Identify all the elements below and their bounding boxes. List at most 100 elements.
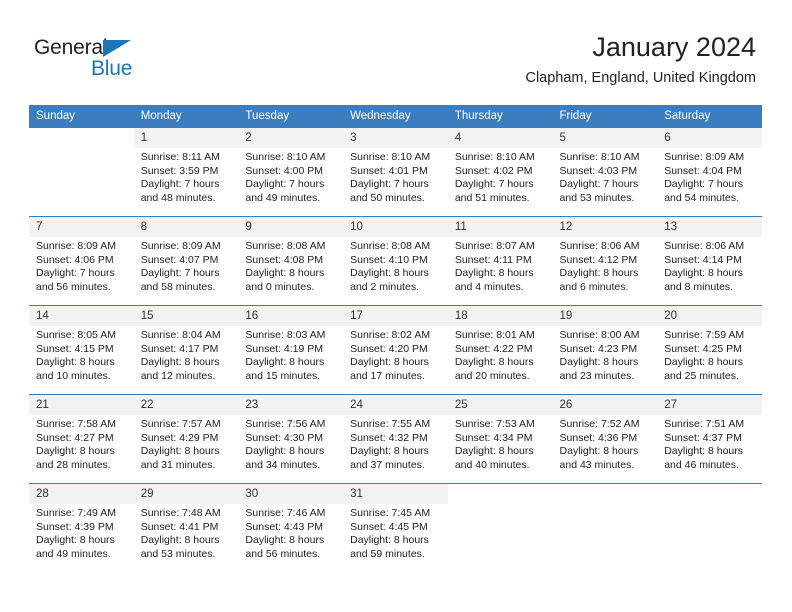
sunrise-time: Sunrise: 8:11 AM — [140, 151, 220, 163]
daylight-duration-line2: and 50 minutes. — [350, 191, 425, 204]
calendar-day-cell[interactable]: 10 Sunrise: 8:08 AM Sunset: 4:10 PM Dayligh… — [343, 216, 448, 306]
sunset-time: Sunset: 4:02 PM — [454, 164, 533, 177]
sunset-time: Sunset: 4:45 PM — [350, 520, 428, 533]
calendar-day-cell[interactable]: 17 Sunrise: 8:02 AM Sunset: 4:20 PM Dayligh… — [343, 305, 448, 395]
daylight-duration-line1: Daylight: 8 hours — [36, 356, 115, 368]
calendar-day-cell[interactable]: 6 Sunrise: 8:09 AM Sunset: 4:04 PM Daylight… — [657, 127, 762, 217]
day-number: 23 — [238, 395, 344, 415]
day-cell-content: 20 Sunrise: 7:59 AM Sunset: 4:25 PM Dayligh… — [657, 306, 762, 394]
calendar-day-cell[interactable]: 28 Sunrise: 7:49 AM Sunset: 4:39 PM Dayligh… — [29, 483, 134, 572]
day-sun-info: Sunrise: 8:00 AM Sunset: 4:23 PM Daylight:… — [553, 326, 658, 383]
daylight-duration-line2: and 28 minutes. — [36, 458, 111, 471]
sunrise-time: Sunrise: 8:10 AM — [559, 151, 640, 163]
daylight-duration-line2: and 43 minutes. — [559, 458, 635, 471]
daylight-duration-line2: and 37 minutes. — [350, 458, 425, 471]
sunrise-time: Sunrise: 7:51 AM — [664, 418, 745, 430]
daylight-duration-line1: Daylight: 7 hours — [245, 178, 325, 190]
calendar-day-cell[interactable]: 25 Sunrise: 7:53 AM Sunset: 4:34 PM Dayligh… — [447, 394, 553, 484]
weekday-header-friday: Friday — [552, 105, 658, 128]
weekday-header-saturday: Saturday — [657, 105, 762, 128]
day-number: 18 — [447, 306, 553, 326]
sunrise-time: Sunrise: 8:09 AM — [36, 240, 116, 252]
daylight-duration-line2: and 56 minutes. — [36, 280, 111, 293]
location-subtitle: Clapham, England, United Kingdom — [525, 70, 756, 86]
calendar-day-cell[interactable]: 8 Sunrise: 8:09 AM Sunset: 4:07 PM Daylight… — [133, 216, 239, 306]
day-sun-info — [657, 504, 762, 507]
sunset-time: Sunset: 4:11 PM — [454, 253, 532, 266]
sunrise-time: Sunrise: 7:58 AM — [36, 418, 116, 430]
sunrise-time: Sunrise: 8:09 AM — [140, 240, 221, 252]
calendar-body: 1 Sunrise: 8:11 AM Sunset: 3:59 PM Daylight… — [29, 127, 762, 572]
sunset-time: Sunset: 3:59 PM — [140, 164, 219, 177]
calendar-day-cell[interactable]: 11 Sunrise: 8:07 AM Sunset: 4:11 PM Dayligh… — [447, 216, 553, 306]
calendar-header-row: Sunday Monday Tuesday Wednesday Thursday… — [29, 105, 762, 128]
sunset-time: Sunset: 4:32 PM — [350, 431, 428, 444]
calendar-day-cell[interactable]: 19 Sunrise: 8:00 AM Sunset: 4:23 PM Dayligh… — [552, 305, 658, 395]
calendar-day-cell[interactable]: 22 Sunrise: 7:57 AM Sunset: 4:29 PM Dayligh… — [133, 394, 239, 484]
daylight-duration-line2: and 34 minutes. — [245, 458, 321, 471]
day-cell-content: 19 Sunrise: 8:00 AM Sunset: 4:23 PM Dayligh… — [552, 306, 658, 394]
daylight-duration-line2: and 23 minutes. — [559, 369, 635, 382]
daylight-duration-line1: Daylight: 8 hours — [664, 267, 744, 279]
day-number: 21 — [29, 395, 134, 415]
calendar-container: Sunday Monday Tuesday Wednesday Thursday… — [29, 105, 762, 572]
day-cell-content: 27 Sunrise: 7:51 AM Sunset: 4:37 PM Dayligh… — [657, 395, 762, 483]
daylight-duration-line1: Daylight: 8 hours — [140, 534, 220, 546]
day-sun-info — [553, 504, 658, 507]
calendar-day-cell[interactable]: 1 Sunrise: 8:11 AM Sunset: 3:59 PM Daylight… — [133, 127, 239, 217]
sunrise-time: Sunrise: 7:48 AM — [140, 507, 221, 519]
calendar-day-cell[interactable]: 15 Sunrise: 8:04 AM Sunset: 4:17 PM Dayligh… — [133, 305, 239, 395]
calendar-day-cell[interactable]: 9 Sunrise: 8:08 AM Sunset: 4:08 PM Daylight… — [238, 216, 344, 306]
sunset-time: Sunset: 4:00 PM — [245, 164, 324, 177]
calendar-day-cell[interactable]: 27 Sunrise: 7:51 AM Sunset: 4:37 PM Dayligh… — [657, 394, 762, 484]
daylight-duration-line2: and 46 minutes. — [664, 458, 739, 471]
daylight-duration-line2: and 2 minutes. — [350, 280, 419, 293]
calendar-day-cell[interactable]: 13 Sunrise: 8:06 AM Sunset: 4:14 PM Dayligh… — [657, 216, 762, 306]
day-sun-info: Sunrise: 7:45 AM Sunset: 4:45 PM Daylight:… — [343, 504, 448, 561]
calendar-day-cell[interactable]: 12 Sunrise: 8:06 AM Sunset: 4:12 PM Dayligh… — [552, 216, 658, 306]
day-number: 27 — [657, 395, 762, 415]
calendar-day-cell[interactable]: 4 Sunrise: 8:10 AM Sunset: 4:02 PM Daylight… — [447, 127, 553, 217]
calendar-day-cell[interactable]: 29 Sunrise: 7:48 AM Sunset: 4:41 PM Dayligh… — [133, 483, 239, 572]
calendar-day-cell[interactable]: 20 Sunrise: 7:59 AM Sunset: 4:25 PM Dayligh… — [657, 305, 762, 395]
sunrise-time: Sunrise: 7:55 AM — [350, 418, 431, 430]
sunrise-time: Sunrise: 8:06 AM — [559, 240, 640, 252]
calendar-day-cell[interactable]: 30 Sunrise: 7:46 AM Sunset: 4:43 PM Dayligh… — [238, 483, 344, 572]
calendar-day-cell[interactable]: 21 Sunrise: 7:58 AM Sunset: 4:27 PM Dayligh… — [29, 394, 134, 484]
day-sun-info: Sunrise: 7:49 AM Sunset: 4:39 PM Daylight:… — [29, 504, 134, 561]
calendar-day-cell[interactable]: 18 Sunrise: 8:01 AM Sunset: 4:22 PM Dayligh… — [447, 305, 553, 395]
day-cell-content: 26 Sunrise: 7:52 AM Sunset: 4:36 PM Dayligh… — [552, 395, 658, 483]
title-block: January 2024 Clapham, England, United Ki… — [525, 30, 756, 88]
day-number: 13 — [657, 217, 762, 237]
calendar-day-cell[interactable]: 5 Sunrise: 8:10 AM Sunset: 4:03 PM Daylight… — [552, 127, 658, 217]
calendar-day-cell[interactable]: 16 Sunrise: 8:03 AM Sunset: 4:19 PM Dayligh… — [238, 305, 344, 395]
calendar-day-cell[interactable]: 24 Sunrise: 7:55 AM Sunset: 4:32 PM Dayligh… — [343, 394, 448, 484]
day-sun-info: Sunrise: 8:02 AM Sunset: 4:20 PM Daylight:… — [343, 326, 448, 383]
day-number: 12 — [552, 217, 658, 237]
day-cell-content: 2 Sunrise: 8:10 AM Sunset: 4:00 PM Daylight… — [238, 128, 344, 216]
day-cell-content: 25 Sunrise: 7:53 AM Sunset: 4:34 PM Dayligh… — [447, 395, 553, 483]
calendar-day-cell[interactable]: 23 Sunrise: 7:56 AM Sunset: 4:30 PM Dayligh… — [238, 394, 344, 484]
calendar-day-cell[interactable]: 3 Sunrise: 8:10 AM Sunset: 4:01 PM Daylight… — [343, 127, 448, 217]
calendar-day-cell[interactable]: 31 Sunrise: 7:45 AM Sunset: 4:45 PM Dayligh… — [343, 483, 448, 572]
daylight-duration-line1: Daylight: 8 hours — [454, 267, 534, 279]
sunrise-time: Sunrise: 7:57 AM — [140, 418, 221, 430]
calendar-day-cell[interactable]: 26 Sunrise: 7:52 AM Sunset: 4:36 PM Dayligh… — [552, 394, 658, 484]
sunrise-time: Sunrise: 7:49 AM — [36, 507, 116, 519]
day-number: 19 — [552, 306, 658, 326]
calendar-day-cell[interactable]: 7 Sunrise: 8:09 AM Sunset: 4:06 PM Daylight… — [29, 216, 134, 306]
calendar-day-cell[interactable]: 14 Sunrise: 8:05 AM Sunset: 4:15 PM Dayligh… — [29, 305, 134, 395]
day-cell-content: 15 Sunrise: 8:04 AM Sunset: 4:17 PM Dayligh… — [133, 306, 239, 394]
calendar-day-cell[interactable]: 2 Sunrise: 8:10 AM Sunset: 4:00 PM Daylight… — [238, 127, 344, 217]
daylight-duration-line1: Daylight: 7 hours — [36, 267, 115, 279]
day-cell-content: 23 Sunrise: 7:56 AM Sunset: 4:30 PM Dayligh… — [238, 395, 344, 483]
daylight-duration-line1: Daylight: 7 hours — [559, 178, 639, 190]
day-number: 11 — [447, 217, 553, 237]
daylight-duration-line1: Daylight: 7 hours — [664, 178, 744, 190]
day-number: 2 — [238, 128, 344, 148]
daylight-duration-line1: Daylight: 8 hours — [350, 267, 429, 279]
sunrise-time: Sunrise: 7:59 AM — [664, 329, 745, 341]
daylight-duration-line1: Daylight: 8 hours — [140, 356, 220, 368]
day-number: 20 — [657, 306, 762, 326]
day-cell-content: 7 Sunrise: 8:09 AM Sunset: 4:06 PM Daylight… — [29, 217, 134, 305]
